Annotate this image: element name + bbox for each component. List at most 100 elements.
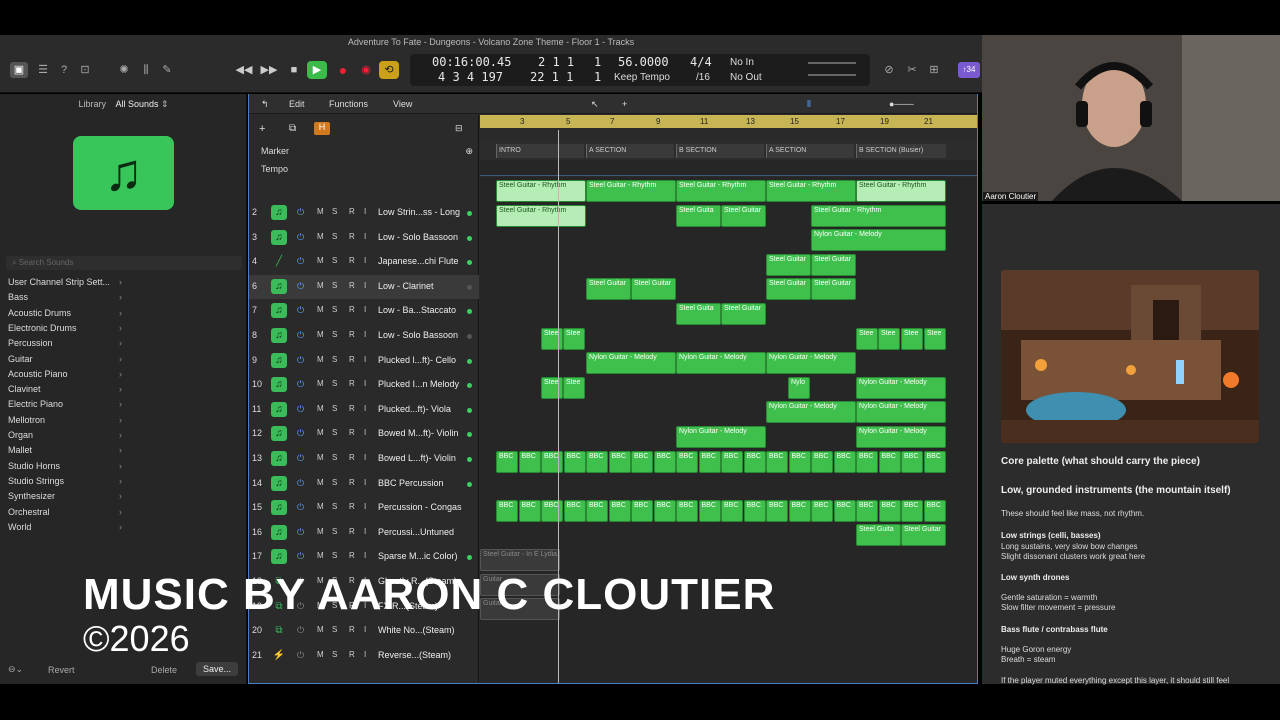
mute-button[interactable]: M xyxy=(317,379,324,388)
region[interactable]: Steel Guitar - Rhythm xyxy=(496,180,586,202)
region[interactable]: BBC xyxy=(901,450,923,473)
input-monitor-button[interactable]: I xyxy=(364,281,366,290)
settings-icon[interactable]: ⊖⌄ xyxy=(8,664,23,675)
library-category[interactable]: Acoustic Drums › xyxy=(8,308,122,318)
record-arm-button[interactable]: R xyxy=(349,650,355,659)
region[interactable]: BBC xyxy=(586,499,608,522)
region[interactable]: Nylon Guitar - Melody xyxy=(856,426,946,448)
input-monitor-button[interactable]: I xyxy=(364,502,366,511)
region[interactable]: BBC xyxy=(923,499,946,522)
input-monitor-button[interactable]: I xyxy=(364,551,366,560)
region[interactable]: Steel Guitar - Rhythm xyxy=(676,180,766,202)
region[interactable]: Steel Guitar xyxy=(811,278,856,301)
instrument-icon[interactable]: ♫ xyxy=(271,451,287,466)
toolbar-icon[interactable]: ⊡ xyxy=(76,62,94,78)
region[interactable]: Stee xyxy=(924,327,946,350)
region[interactable]: Stee xyxy=(856,327,878,350)
power-icon[interactable]: ⏻ xyxy=(297,527,304,538)
region[interactable]: BBC xyxy=(653,499,676,522)
mute-button[interactable]: M xyxy=(317,305,324,314)
region[interactable]: BBC xyxy=(743,499,766,522)
region[interactable]: Nylon Guitar - Melody xyxy=(856,376,946,399)
track-header[interactable]: 6 ♫ ⏻ M S R I Low - Clarinet xyxy=(249,274,479,299)
library-category[interactable]: Bass › xyxy=(8,292,122,302)
library-category[interactable]: Electronic Drums › xyxy=(8,323,122,333)
library-category[interactable]: Studio Horns › xyxy=(8,461,122,471)
region[interactable]: Steel Guita xyxy=(676,303,721,325)
solo-button[interactable]: S xyxy=(332,650,337,659)
region[interactable]: BBC xyxy=(698,499,721,522)
tempo-track[interactable]: Tempo xyxy=(249,160,479,178)
region[interactable]: Stee xyxy=(541,327,563,350)
track-header[interactable]: 4 ╱ ⏻ M S R I Japanese...chi Flute xyxy=(249,250,479,274)
instrument-icon[interactable]: ♫ xyxy=(271,229,287,245)
input-monitor-button[interactable]: I xyxy=(364,625,366,634)
record-arm-button[interactable]: R xyxy=(349,379,355,388)
region[interactable]: BBC xyxy=(766,450,788,473)
instrument-icon[interactable]: ╱ xyxy=(271,254,287,269)
h-button[interactable]: H xyxy=(314,122,330,135)
region[interactable]: BBC xyxy=(811,499,833,522)
stop-button[interactable]: ■ xyxy=(284,61,304,79)
mute-button[interactable]: M xyxy=(317,527,324,536)
mute-button[interactable]: M xyxy=(317,355,324,364)
power-icon[interactable]: ⏻ xyxy=(297,256,304,267)
mute-button[interactable]: M xyxy=(317,478,324,487)
solo-button[interactable]: S xyxy=(332,478,337,487)
track-header[interactable]: 20 ⧉ ⏻ M S R I White No...(Steam) xyxy=(249,619,479,643)
instrument-icon[interactable]: ♫ xyxy=(271,328,287,343)
instrument-icon[interactable]: ♫ xyxy=(271,549,287,565)
duplicate-track-icon[interactable]: ⧉ xyxy=(289,123,296,134)
edit-menu[interactable]: Edit xyxy=(289,99,305,109)
solo-button[interactable]: S xyxy=(332,232,337,241)
solo-button[interactable]: S xyxy=(332,527,337,536)
instrument-icon[interactable]: ♫ xyxy=(271,524,287,540)
solo-button[interactable]: S xyxy=(332,305,337,314)
arrangement-marker[interactable]: B SECTION (Busier) xyxy=(856,144,946,158)
region[interactable]: BBC xyxy=(856,450,878,473)
instrument-icon[interactable]: ♫ xyxy=(271,500,287,516)
arrangement-marker[interactable]: B SECTION xyxy=(676,144,764,158)
record-arm-button[interactable]: R xyxy=(349,281,355,290)
record-arm-button[interactable]: R xyxy=(349,330,355,339)
region[interactable]: BBC xyxy=(788,499,811,522)
region[interactable]: Nylon Guitar - Melody xyxy=(856,401,946,424)
solo-button[interactable]: S xyxy=(332,625,337,634)
solo-button[interactable]: S xyxy=(332,551,337,560)
track-header[interactable]: 3 ♫ ⏻ M S R I Low - Solo Bassoon xyxy=(249,226,479,250)
region[interactable]: BBC xyxy=(788,450,811,473)
solo-button[interactable]: S xyxy=(332,379,337,388)
mute-button[interactable]: M xyxy=(317,453,324,462)
input-monitor-button[interactable]: I xyxy=(364,379,366,388)
region[interactable]: Steel Guitar - Rhythm xyxy=(811,204,946,227)
input-monitor-button[interactable]: I xyxy=(364,232,366,241)
region[interactable]: Steel Guitar - In E Lydia xyxy=(480,549,560,571)
lcd-display[interactable]: 00:16:00.45 4 3 4 197 2 1 1 1 22 1 1 1 5… xyxy=(410,54,870,86)
region[interactable]: BBC xyxy=(608,450,631,473)
library-category[interactable]: World › xyxy=(8,522,122,532)
power-icon[interactable]: ⏻ xyxy=(297,355,304,366)
list-editors-icon[interactable]: ⊘ xyxy=(880,62,898,78)
region[interactable]: Stee xyxy=(563,376,585,399)
input-monitor-button[interactable]: I xyxy=(364,355,366,364)
zoom-slider[interactable]: ●─── xyxy=(889,99,914,109)
region[interactable]: Steel Guitar - Rhythm xyxy=(496,204,586,227)
track-header[interactable]: 16 ♫ ⏻ M S R I Percussi...Untuned xyxy=(249,521,479,545)
mute-button[interactable]: M xyxy=(317,551,324,560)
inspector-icon[interactable]: ☰ xyxy=(34,62,52,78)
region[interactable]: Nylon Guitar - Melody xyxy=(676,426,766,448)
region[interactable]: Steel Guita xyxy=(676,204,721,227)
region[interactable]: BBC xyxy=(608,499,631,522)
pencil-tool-icon[interactable]: + xyxy=(622,99,627,109)
library-search-input[interactable]: ⌕ Search Sounds xyxy=(6,256,242,270)
region[interactable]: BBC xyxy=(811,450,833,473)
power-icon[interactable]: ⏻ xyxy=(297,625,304,636)
bar-ruler[interactable]: 3 5 7 9 11 13 15 17 19 21 xyxy=(480,115,977,128)
solo-button[interactable]: S xyxy=(332,453,337,462)
input-monitor-button[interactable]: I xyxy=(364,527,366,536)
mute-button[interactable]: M xyxy=(317,404,324,413)
power-icon[interactable]: ⏻ xyxy=(297,453,304,464)
solo-button[interactable]: S xyxy=(332,428,337,437)
mute-button[interactable]: M xyxy=(317,256,324,265)
region[interactable]: Steel Guitar xyxy=(766,253,811,276)
